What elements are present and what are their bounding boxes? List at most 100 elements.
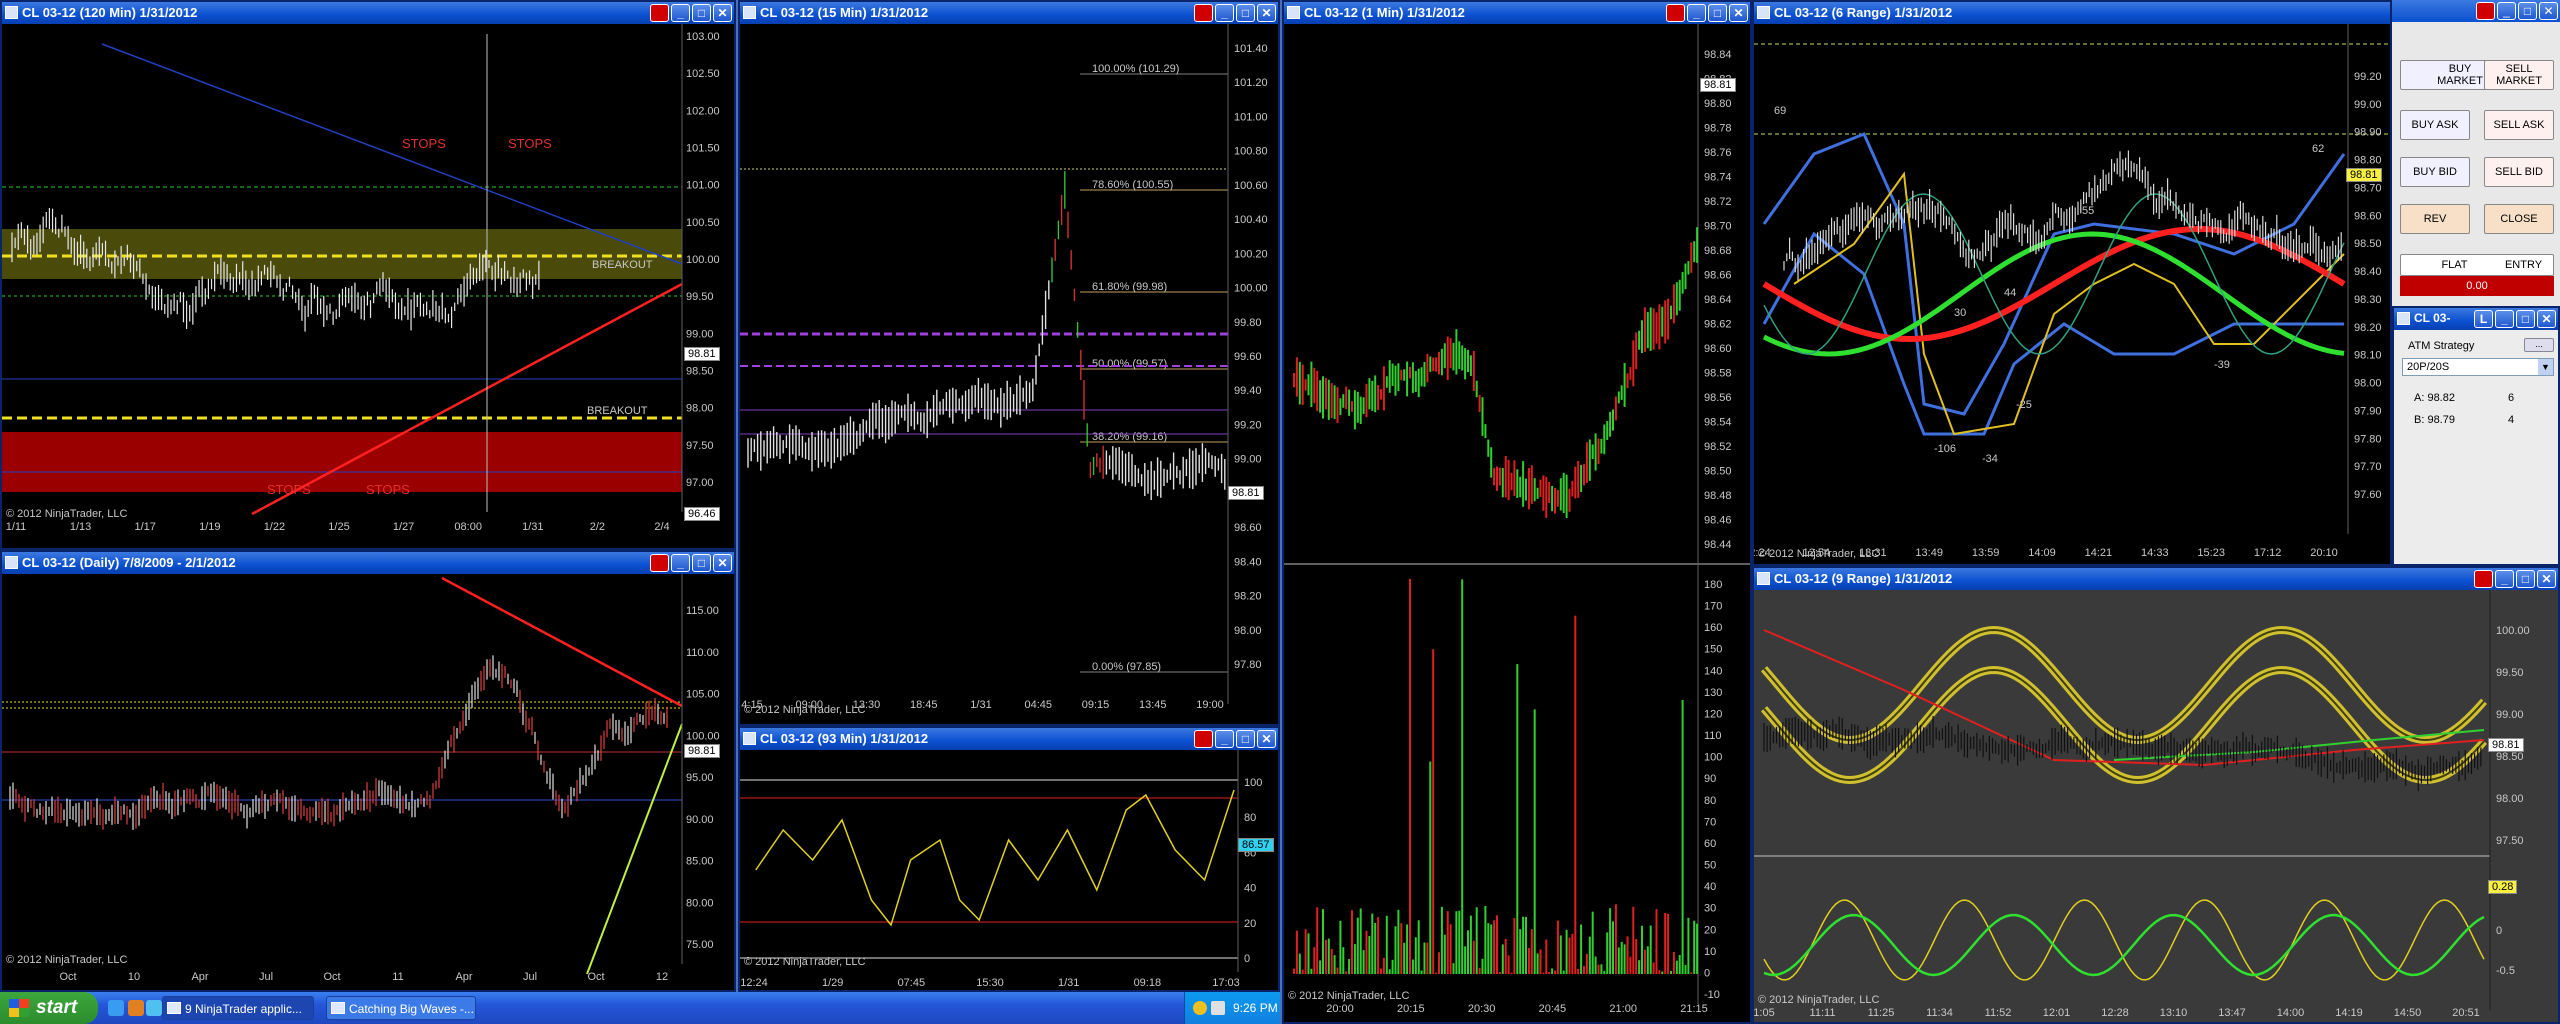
minimize-button[interactable]: _ <box>2495 310 2514 328</box>
atm-config-button[interactable]: ... <box>2524 338 2554 352</box>
y-tick-label: 100 <box>1704 752 1722 764</box>
y-tick-label: 98.00 <box>686 403 714 415</box>
minimize-button[interactable]: _ <box>1215 730 1234 748</box>
close-button[interactable]: ✕ <box>1257 730 1276 748</box>
volume-bar <box>1635 939 1638 974</box>
price-marker: 98.81 <box>684 744 720 758</box>
quick-launch-icon[interactable] <box>146 1000 162 1016</box>
chart-window-daily[interactable]: CL 03-12 (Daily) 7/8/2009 - 2/1/2012 _ □ ✕… <box>0 550 736 992</box>
red-flag-button[interactable] <box>1194 4 1213 22</box>
y-tick-label: 50 <box>1704 860 1716 872</box>
y-tick-label: 40 <box>1244 883 1256 895</box>
close-button[interactable]: ✕ <box>2539 2 2558 20</box>
volume-bar <box>1353 944 1356 974</box>
minimize-button[interactable]: _ <box>1215 4 1234 22</box>
x-tick-label: 13:49 <box>1915 547 1943 559</box>
chart-window-93min[interactable]: CL 03-12 (93 Min) 1/31/2012 _ □ ✕ 100 80 60 4… <box>738 726 1280 992</box>
title-bar[interactable]: CL 03-12 (15 Min) 1/31/2012 _ □ ✕ <box>740 2 1278 24</box>
maximize-button[interactable]: □ <box>1708 4 1727 22</box>
info-button[interactable]: L <box>2474 310 2493 328</box>
wave-label: 44 <box>2004 287 2016 299</box>
atm-strategy-select[interactable]: 20P/20S ▼ <box>2402 358 2554 376</box>
sell-market-button[interactable]: SELL MARKET <box>2484 60 2554 90</box>
price-marker: 86.57 <box>1238 838 1274 852</box>
maximize-button[interactable]: □ <box>2518 2 2537 20</box>
y-tick-label: 97.80 <box>1234 659 1262 671</box>
volume-bar <box>1658 970 1661 974</box>
minimize-button[interactable]: _ <box>2497 2 2516 20</box>
firefox-icon[interactable] <box>128 1000 144 1016</box>
sell-bid-button[interactable]: SELL BID <box>2484 157 2554 187</box>
chart-window-1min[interactable]: CL 03-12 (1 Min) 1/31/2012 _ □ ✕ 98.84 98.8… <box>1282 0 1752 1024</box>
chart-window-6range[interactable]: CL 03-12 (6 Range) 1/31/2012 69 62 55 30 44 -… <box>1752 0 2392 566</box>
chart-window-15min[interactable]: CL 03-12 (15 Min) 1/31/2012 _ □ ✕ 100.00% … <box>738 0 1280 726</box>
taskbar-ninjatrader[interactable]: 9 NinjaTrader applic... <box>162 996 314 1020</box>
minimize-button[interactable]: _ <box>1687 4 1706 22</box>
close-button[interactable]: ✕ <box>713 4 732 22</box>
title-bar[interactable]: CL 03-12 (120 Min) 1/31/2012 _ □ ✕ <box>2 2 734 24</box>
window-title: CL 03-12 (9 Range) 1/31/2012 <box>1774 571 1953 586</box>
title-bar[interactable]: CL 03-12 (93 Min) 1/31/2012 _ □ ✕ <box>740 728 1278 750</box>
minimize-button[interactable]: _ <box>2495 570 2514 588</box>
maximize-button[interactable]: □ <box>2516 570 2535 588</box>
red-flag-button[interactable] <box>650 554 669 572</box>
close-button[interactable]: ✕ <box>2537 570 2556 588</box>
rev-button[interactable]: REV <box>2400 204 2470 234</box>
title-bar[interactable]: CL 03-12 (6 Range) 1/31/2012 <box>1754 2 2390 24</box>
volume-bar <box>1423 942 1426 974</box>
maximize-button[interactable]: □ <box>692 4 711 22</box>
x-tick-label: 1/22 <box>264 521 285 533</box>
close-button[interactable]: ✕ <box>1257 4 1276 22</box>
title-bar[interactable]: CL 03-12 (9 Range) 1/31/2012 _ □ ✕ <box>1754 568 2558 590</box>
close-button[interactable]: ✕ <box>2537 310 2556 328</box>
maximize-button[interactable]: □ <box>1236 730 1255 748</box>
volume-bar <box>1667 913 1670 974</box>
title-bar[interactable]: CL 03-12 (Daily) 7/8/2009 - 2/1/2012 _ □ ✕ <box>2 552 734 574</box>
chart-panel[interactable]: 69 62 55 30 44 -25 -39 -106 -34 99.20 99.00 98.90 98… <box>1754 24 2390 564</box>
chart-panel[interactable]: STOPS STOPS STOPS STOPS BREAKOUT BREAKOUT 103.… <box>2 24 734 548</box>
start-button[interactable]: start <box>0 992 98 1024</box>
chart-panel[interactable]: 100 80 60 40 20 0 12:24 1/29 07:45 15:30 1/31 09:18… <box>740 750 1278 990</box>
red-flag-button[interactable] <box>2474 570 2493 588</box>
title-bar[interactable]: CL 03- L _ □ ✕ <box>2394 308 2558 330</box>
buy-bid-button[interactable]: BUY BID <box>2400 157 2470 187</box>
red-flag-button[interactable] <box>1666 4 1685 22</box>
close-button[interactable]: ✕ <box>1729 4 1748 22</box>
volume-icon[interactable] <box>1211 1001 1225 1015</box>
tray-icon[interactable] <box>1193 1001 1207 1015</box>
y-tick-label: 98.60 <box>1234 522 1262 534</box>
red-flag-button[interactable] <box>2476 2 2495 20</box>
maximize-button[interactable]: □ <box>2516 310 2535 328</box>
maximize-button[interactable]: □ <box>1236 4 1255 22</box>
chart-panel[interactable]: 100.0099.5099.0098.5098.0097.500.50-0.51… <box>1754 590 2558 1022</box>
taskbar-browser[interactable]: Catching Big Waves -... <box>326 996 476 1020</box>
y-tick-label: 101.50 <box>686 143 720 155</box>
close-button[interactable]: ✕ <box>713 554 732 572</box>
maximize-button[interactable]: □ <box>692 554 711 572</box>
sell-ask-button[interactable]: SELL ASK <box>2484 110 2554 140</box>
chevron-down-icon[interactable]: ▼ <box>2538 359 2553 375</box>
volume-bar <box>1397 909 1400 974</box>
y-tick-label: -10 <box>1704 989 1720 1001</box>
internet-explorer-icon[interactable] <box>108 1000 124 1016</box>
trend-line <box>586 723 683 975</box>
minimize-button[interactable]: _ <box>671 4 690 22</box>
red-flag-button[interactable] <box>1194 730 1213 748</box>
chart-window-9range[interactable]: CL 03-12 (9 Range) 1/31/2012 _ □ ✕ 100.00 9… <box>1752 566 2560 1024</box>
chart-window-120min[interactable]: CL 03-12 (120 Min) 1/31/2012 _ □ ✕ STOPS ST… <box>0 0 736 550</box>
y-tick-label: 80 <box>1704 795 1716 807</box>
chart-panel[interactable]: 98.8498.8298.8098.7898.7698.7498.7298.70… <box>1284 24 1750 1022</box>
red-flag-button[interactable] <box>650 4 669 22</box>
volume-bar <box>1382 957 1385 974</box>
app-icon <box>1287 6 1300 19</box>
y-tick-label: 0 <box>1244 953 1250 965</box>
y-tick-label: 99.20 <box>2354 71 2382 83</box>
minimize-button[interactable]: _ <box>671 554 690 572</box>
y-tick-label: 98.20 <box>1234 591 1262 603</box>
chart-panel[interactable]: 100.00% (101.29) 78.60% (100.55) 61.80% (9… <box>740 24 1278 724</box>
chart-panel[interactable]: 115.00 110.00 105.00 100.00 95.00 90.00 85.00 8… <box>2 574 734 990</box>
title-bar[interactable]: CL 03-12 (1 Min) 1/31/2012 _ □ ✕ <box>1284 2 1750 24</box>
atm-strategy-window[interactable]: CL 03- L _ □ ✕ ATM Strategy ... 20P/20S ▼ A:… <box>2392 306 2560 566</box>
buy-ask-button[interactable]: BUY ASK <box>2400 110 2470 140</box>
close-position-button[interactable]: CLOSE <box>2484 204 2554 234</box>
